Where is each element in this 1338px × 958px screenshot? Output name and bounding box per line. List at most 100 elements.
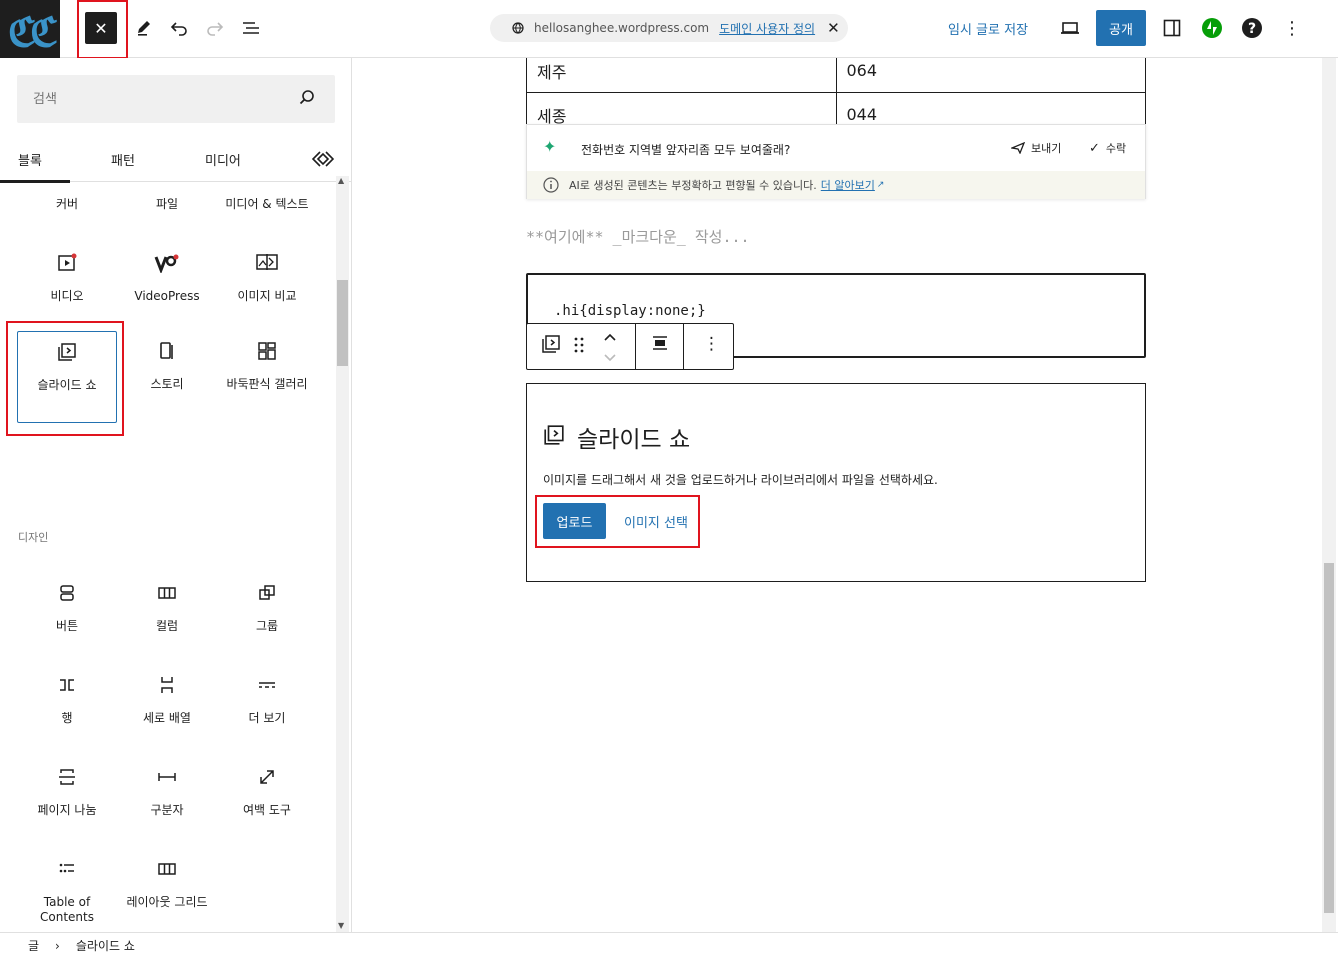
block-layout-grid[interactable]: 레이아웃 그리드	[117, 849, 217, 932]
block-label: 구분자	[150, 803, 184, 817]
block-group[interactable]: 그룹	[217, 573, 317, 665]
move-up-icon[interactable]	[603, 328, 617, 348]
block-columns[interactable]: 컬럼	[117, 573, 217, 665]
sidebar-scrollbar[interactable]: ▲ ▼	[336, 176, 349, 932]
document-overview-button[interactable]	[235, 12, 267, 44]
preview-button[interactable]	[1054, 12, 1086, 44]
align-icon[interactable]	[651, 334, 669, 357]
tab-media[interactable]: 미디어	[205, 136, 241, 182]
more-icon	[217, 675, 317, 699]
block-page-break[interactable]: 페이지 나눔	[17, 757, 117, 849]
site-url-bar[interactable]: hellosanghee.wordpress.com 도메인 사용자 정의 ✕	[490, 14, 848, 42]
block-separator[interactable]: 구분자	[117, 757, 217, 849]
customize-domain-link[interactable]: 도메인 사용자 정의	[719, 20, 815, 37]
slideshow-block[interactable]: 슬라이드 쇼 이미지를 드래그해서 새 것을 업로드하거나 라이브러리에서 파일…	[526, 383, 1146, 582]
toc-icon	[17, 859, 117, 883]
sidebar-toggle-icon	[1163, 19, 1181, 37]
ai-send-button[interactable]: 보내기	[1009, 140, 1062, 156]
move-down-icon[interactable]	[603, 349, 617, 369]
tab-blocks[interactable]: 블록	[0, 136, 70, 183]
top-toolbar: ℭℭ ✕ hellosanghee.wordpress.com 도메인 사용자 …	[0, 0, 1338, 59]
options-button[interactable]: ⋮	[1276, 12, 1308, 44]
block-image-compare[interactable]: 이미지 비교	[217, 243, 317, 335]
slideshow-block-icon[interactable]	[541, 334, 561, 359]
tiled-gallery-icon	[217, 341, 317, 365]
block-buttons[interactable]: 버튼	[17, 573, 117, 665]
videopress-icon	[117, 253, 217, 277]
block-stack[interactable]: 세로 배열	[117, 665, 217, 757]
block-story[interactable]: 스토리	[117, 331, 217, 423]
search-icon[interactable]	[299, 89, 315, 109]
drag-handle-icon[interactable]	[573, 336, 585, 359]
block-cover[interactable]: 커버	[17, 183, 117, 243]
slideshow-icon	[18, 342, 116, 366]
table-cell[interactable]: 064	[835, 58, 1146, 93]
sparkle-icon: ✦	[543, 137, 557, 156]
block-label: 스토리	[150, 377, 184, 391]
code-text[interactable]: .hi{display:none;}	[554, 303, 706, 319]
block-tiled-gallery[interactable]: 바둑판식 갤러리	[217, 331, 317, 423]
jetpack-button[interactable]	[1196, 12, 1228, 44]
columns-icon	[117, 583, 217, 607]
chevron-right-icon: ›	[55, 938, 60, 953]
close-inserter-button[interactable]: ✕	[85, 12, 117, 44]
ai-accept-button[interactable]: ✓ 수락	[1089, 140, 1126, 156]
block-label: 더 보기	[248, 711, 286, 725]
block-table-of-contents[interactable]: Table of Contents	[17, 849, 117, 932]
slideshow-instructions: 이미지를 드래그해서 새 것을 업로드하거나 라이브러리에서 파일을 선택하세요…	[543, 473, 938, 487]
group-icon	[217, 583, 317, 607]
help-icon: ?	[1242, 18, 1262, 38]
select-image-button[interactable]: 이미지 선택	[624, 512, 688, 531]
globe-icon	[512, 22, 524, 34]
scrollbar-thumb[interactable]	[1324, 563, 1334, 913]
block-file[interactable]: 파일	[117, 183, 217, 243]
undo-button[interactable]	[163, 12, 195, 44]
ai-send-label: 보내기	[1031, 142, 1062, 155]
reusable-blocks-button[interactable]	[312, 136, 334, 182]
scrollbar-thumb[interactable]	[337, 280, 348, 366]
block-label: 세로 배열	[143, 711, 191, 725]
settings-button[interactable]	[1156, 12, 1188, 44]
markdown-placeholder[interactable]: **여기에** _마크다운_ 작성...	[526, 226, 750, 247]
table-cell[interactable]: 제주	[526, 58, 837, 93]
editor-scrollbar[interactable]	[1322, 58, 1336, 932]
block-inserter: 블록 패턴 미디어 커버 파일 미디어 & 텍스트 비디오 VideoPress…	[0, 58, 352, 932]
close-url-icon[interactable]: ✕	[827, 19, 840, 37]
help-button[interactable]: ?	[1236, 12, 1268, 44]
publish-button[interactable]: 공개	[1096, 10, 1146, 46]
scroll-down-icon[interactable]: ▼	[338, 921, 344, 930]
breadcrumb-item-slideshow[interactable]: 슬라이드 쇼	[76, 937, 135, 954]
editor-canvas: 제주 064 세종 044 ✦ 전화번호 지역별 앞자리좀 모두 보여줄래? 보…	[352, 58, 1322, 932]
breadcrumb-item-post[interactable]: 글	[28, 937, 39, 954]
block-row[interactable]: 행	[17, 665, 117, 757]
block-label: 레이아웃 그리드	[126, 895, 208, 909]
info-icon	[543, 177, 559, 193]
tools-button[interactable]	[128, 12, 160, 44]
learn-more-link[interactable]: 더 알아보기	[821, 177, 875, 193]
more-options-icon[interactable]: ⋮	[703, 334, 720, 354]
tab-patterns[interactable]: 패턴	[111, 136, 135, 182]
block-label: 파일	[155, 197, 179, 211]
laptop-icon	[1061, 22, 1079, 34]
save-draft-button[interactable]: 임시 글로 저장	[948, 19, 1028, 38]
redo-button[interactable]	[199, 12, 231, 44]
block-video[interactable]: 비디오	[17, 243, 117, 335]
block-slideshow[interactable]: 슬라이드 쇼	[17, 331, 117, 423]
search-input[interactable]	[17, 75, 277, 123]
search-box	[17, 75, 335, 123]
block-videopress[interactable]: VideoPress	[117, 243, 217, 335]
block-media-text[interactable]: 미디어 & 텍스트	[217, 183, 317, 243]
block-spacer[interactable]: 여백 도구	[217, 757, 317, 849]
ai-prompt-text[interactable]: 전화번호 지역별 앞자리좀 모두 보여줄래?	[581, 141, 790, 158]
undo-icon	[170, 22, 187, 36]
upload-button[interactable]: 업로드	[543, 503, 606, 539]
page-break-icon	[17, 767, 117, 791]
slideshow-icon	[543, 424, 565, 451]
media-text-icon	[217, 183, 317, 185]
scroll-up-icon[interactable]: ▲	[338, 176, 344, 185]
image-compare-icon	[217, 253, 317, 277]
story-icon	[117, 341, 217, 365]
block-more[interactable]: 더 보기	[217, 665, 317, 757]
cover-icon	[17, 183, 117, 185]
site-logo[interactable]: ℭℭ	[0, 0, 60, 58]
